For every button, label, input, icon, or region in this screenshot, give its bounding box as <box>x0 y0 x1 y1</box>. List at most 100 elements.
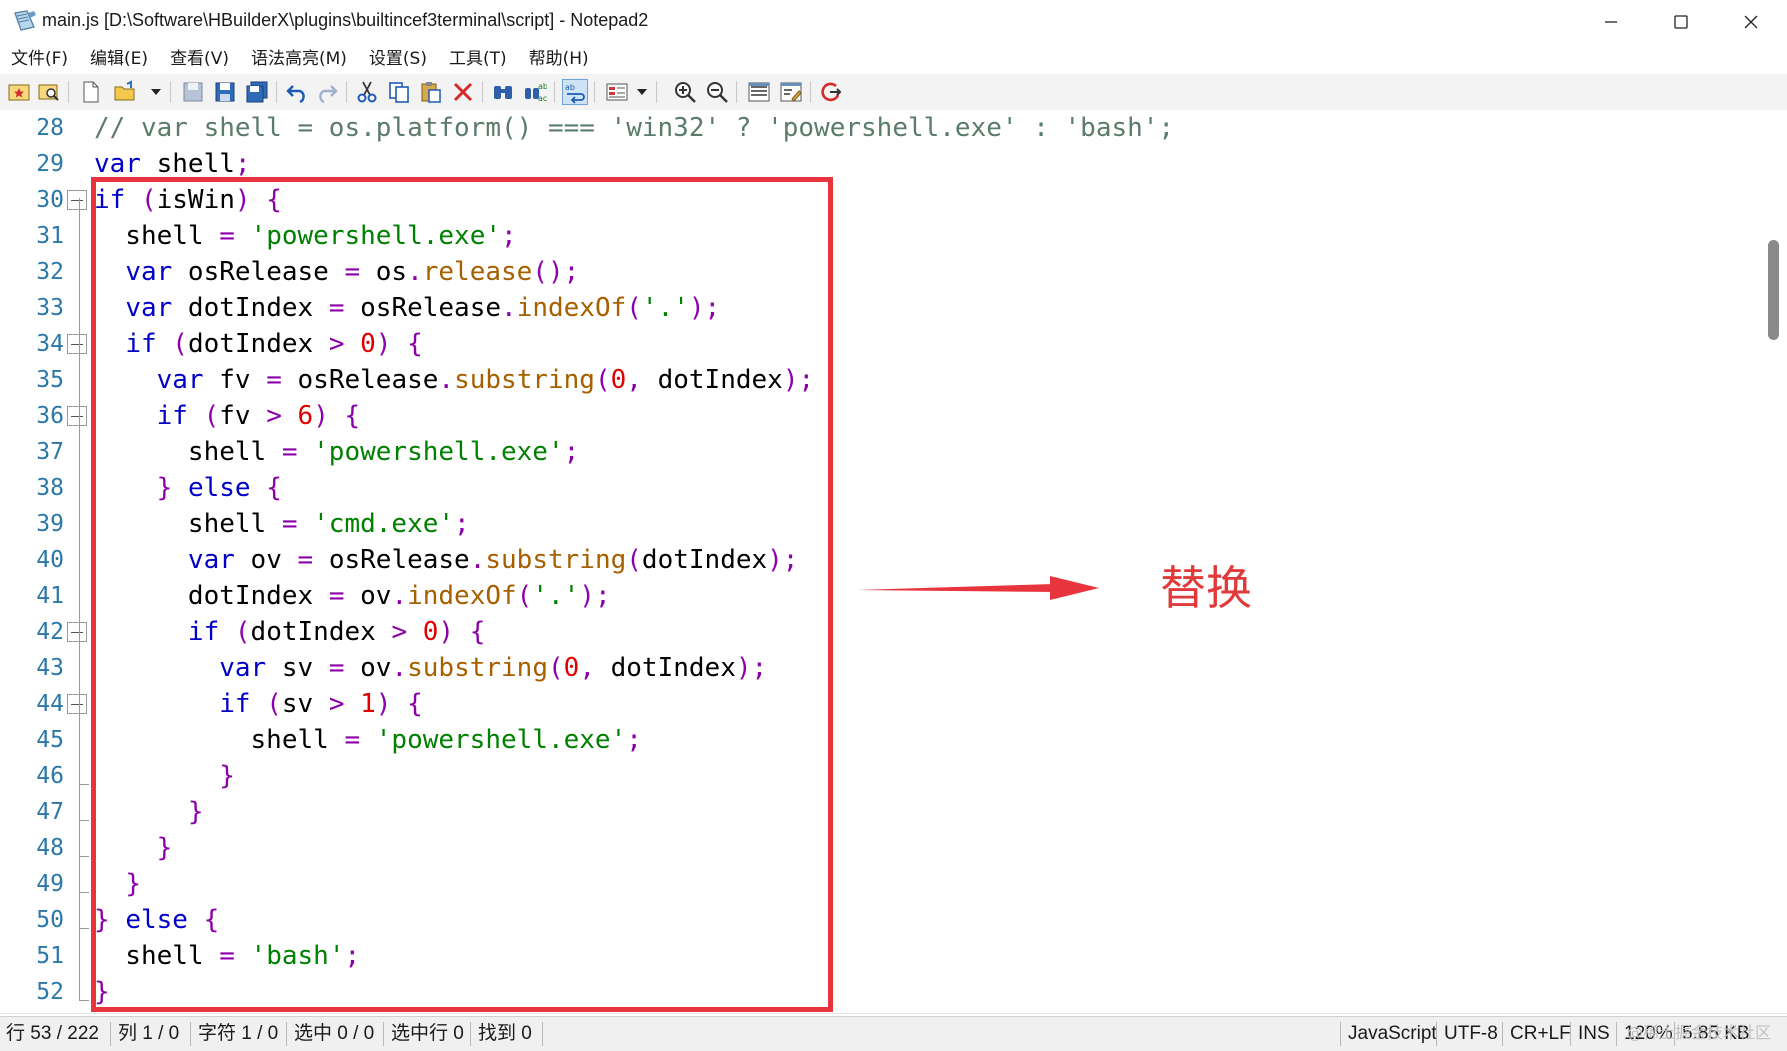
redo-icon[interactable] <box>314 79 340 105</box>
line-number: 48 <box>36 835 64 861</box>
line-number: 50 <box>36 907 64 933</box>
fold-end-marker <box>79 892 89 893</box>
save-icon[interactable] <box>180 79 206 105</box>
line-number: 51 <box>36 943 64 969</box>
watermark: @稀土掘金技术社区 <box>1626 1023 1771 1042</box>
minimize-button[interactable] <box>1576 0 1646 44</box>
new-file-icon[interactable] <box>78 79 104 105</box>
line-number: 30 <box>36 187 64 213</box>
word-wrap-icon[interactable]: ab <box>562 79 588 105</box>
undo-icon[interactable] <box>284 79 310 105</box>
open-dropdown-icon[interactable] <box>150 84 162 100</box>
close-button[interactable] <box>1716 0 1786 44</box>
code-line[interactable]: 28 // var shell = os.platform() === 'win3… <box>0 110 1740 146</box>
view-options-icon[interactable] <box>604 79 630 105</box>
replace-icon[interactable]: ab ac <box>522 79 548 105</box>
line-number: 41 <box>36 583 64 609</box>
svg-text:ab: ab <box>565 83 575 92</box>
fold-end-marker <box>79 784 89 785</box>
line-number: 33 <box>36 295 64 321</box>
fold-toggle-icon[interactable] <box>67 190 87 210</box>
menu-settings[interactable]: 设置(S) <box>358 44 438 74</box>
maximize-button[interactable] <box>1646 0 1716 44</box>
delete-icon[interactable] <box>450 79 476 105</box>
settings-icon[interactable] <box>746 79 772 105</box>
menu-help[interactable]: 帮助(H) <box>518 44 600 74</box>
status-col: 列 1 / 0 <box>118 1023 180 1044</box>
line-number: 36 <box>36 403 64 429</box>
line-number: 32 <box>36 259 64 285</box>
line-number: 34 <box>36 331 64 357</box>
status-line: 行 53 / 222 <box>6 1023 99 1044</box>
cut-icon[interactable] <box>354 79 380 105</box>
line-number: 35 <box>36 367 64 393</box>
line-number: 29 <box>36 151 64 177</box>
save-as-icon[interactable] <box>212 79 238 105</box>
fold-toggle-icon[interactable] <box>67 622 87 642</box>
status-selection: 选中 0 / 0 <box>294 1023 375 1044</box>
maximize-icon <box>1674 15 1688 29</box>
status-char: 字符 1 / 0 <box>198 1023 279 1044</box>
fold-toggle-icon[interactable] <box>67 406 87 426</box>
browse-icon[interactable] <box>36 79 62 105</box>
menu-view[interactable]: 查看(V) <box>159 44 240 74</box>
zoom-in-icon[interactable] <box>672 79 698 105</box>
fold-end-marker <box>79 820 89 821</box>
code-token: // var shell = os.platform() === 'win32'… <box>94 113 1175 143</box>
copy-icon[interactable] <box>386 79 412 105</box>
menu-tools[interactable]: 工具(T) <box>438 44 518 74</box>
line-number: 45 <box>36 727 64 753</box>
paste-icon[interactable] <box>418 79 444 105</box>
line-number: 28 <box>36 115 64 141</box>
code-token: shell <box>140 149 235 179</box>
code-token: var <box>94 149 141 179</box>
code-token: ; <box>234 149 251 179</box>
svg-text:ab: ab <box>538 82 547 91</box>
title-bar: main.js [D:\Software\HBuilderX\plugins\b… <box>0 0 1787 44</box>
vertical-scrollbar[interactable] <box>1760 110 1787 1015</box>
minimize-icon <box>1605 21 1617 23</box>
fold-end-marker <box>79 928 89 929</box>
line-number: 49 <box>36 871 64 897</box>
favorites-icon[interactable] <box>6 79 32 105</box>
view-dropdown-icon[interactable] <box>636 84 648 100</box>
save-copy-icon[interactable] <box>244 79 270 105</box>
line-number: 42 <box>36 619 64 645</box>
open-file-icon[interactable] <box>112 79 138 105</box>
line-number: 38 <box>36 475 64 501</box>
toolbar: ab ac ab <box>0 74 1787 111</box>
status-eol[interactable]: CR+LF <box>1504 1017 1577 1051</box>
line-number: 44 <box>36 691 64 717</box>
close-icon <box>1744 15 1758 29</box>
menu-bar: 文件(F) 编辑(E) 查看(V) 语法高亮(M) 设置(S) 工具(T) 帮助… <box>0 44 1787 74</box>
line-number: 31 <box>36 223 64 249</box>
line-number: 39 <box>36 511 64 537</box>
code-text: // var shell = os.platform() === 'win32'… <box>94 110 1174 146</box>
menu-edit[interactable]: 编辑(E) <box>79 44 159 74</box>
exit-icon[interactable] <box>818 79 844 105</box>
menu-file[interactable]: 文件(F) <box>0 44 79 74</box>
line-number: 46 <box>36 763 64 789</box>
fold-end-marker <box>79 856 89 857</box>
fold-guide-line <box>79 198 80 1000</box>
line-number: 47 <box>36 799 64 825</box>
fold-toggle-icon[interactable] <box>67 334 87 354</box>
status-language[interactable]: JavaScript <box>1342 1017 1443 1051</box>
fold-toggle-icon[interactable] <box>67 694 87 714</box>
status-found: 找到 0 <box>478 1023 532 1044</box>
svg-text:ac: ac <box>538 94 547 103</box>
zoom-out-icon[interactable] <box>704 79 730 105</box>
line-number: 52 <box>36 979 64 1005</box>
fold-end-marker <box>79 1000 89 1001</box>
status-insert-mode[interactable]: INS <box>1572 1017 1616 1051</box>
find-icon[interactable] <box>490 79 516 105</box>
scrollbar-thumb[interactable] <box>1768 240 1779 340</box>
arrow-right-icon <box>857 576 1099 600</box>
line-number: 40 <box>36 547 64 573</box>
menu-syntax[interactable]: 语法高亮(M) <box>240 44 358 74</box>
window-title: main.js [D:\Software\HBuilderX\plugins\b… <box>42 10 649 30</box>
status-encoding[interactable]: UTF-8 <box>1438 1017 1504 1051</box>
line-number: 37 <box>36 439 64 465</box>
scheme-icon[interactable] <box>778 79 804 105</box>
highlight-box <box>91 177 833 1012</box>
